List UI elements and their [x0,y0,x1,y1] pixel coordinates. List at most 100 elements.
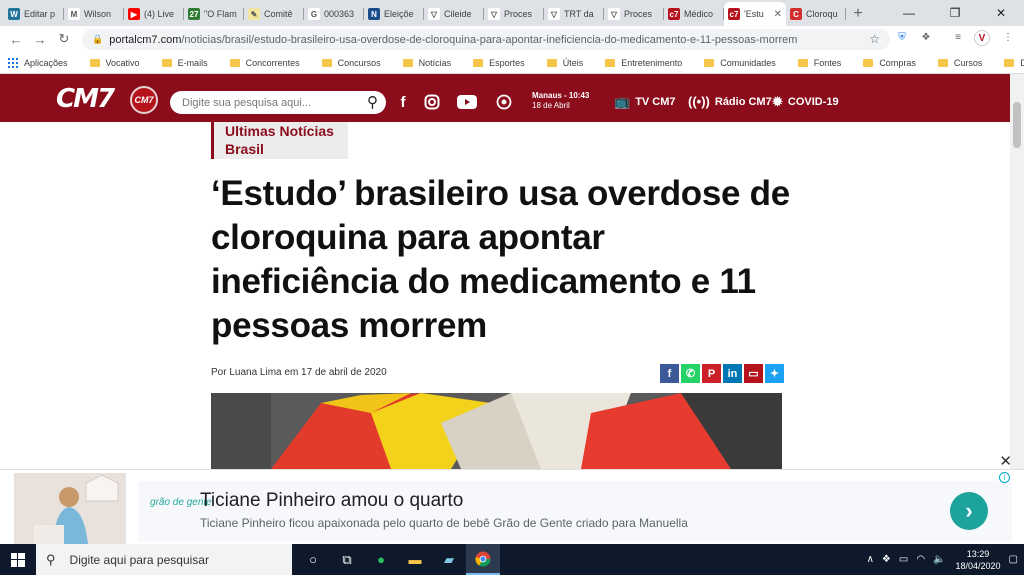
cm7-badge-logo[interactable]: CM7 [130,86,158,114]
tab-favicon-icon: N [368,8,380,20]
bookmark-folder[interactable]: Fontes [797,58,841,68]
dropbox-extension-icon[interactable]: ❖ [918,29,934,45]
share-facebook-icon[interactable]: f [660,364,679,383]
notepad-icon[interactable]: ▰ [432,544,466,575]
browser-tab[interactable]: ▶ (4) Live [124,2,184,26]
share-pinterest-icon[interactable]: P [702,364,721,383]
dropbox-tray-icon[interactable]: ❖ [882,554,891,565]
ad-close-button[interactable]: ✕ [999,452,1012,470]
radio-cm7-link[interactable]: ((•)) Rádio CM7 [688,94,772,109]
bookmark-folder[interactable]: E-mails [161,58,208,68]
share-whatsapp-icon[interactable]: ✆ [681,364,700,383]
minimize-button[interactable]: — [886,0,932,26]
close-window-button[interactable]: ✕ [978,0,1024,26]
category-line-2: Brasil [225,141,264,157]
bookmark-folder[interactable]: Doutorado [1004,58,1024,68]
bookmark-folder[interactable]: Concorrentes [229,57,300,68]
clock-time: 13:29 [966,548,990,559]
bookmark-folder[interactable]: Esportes [473,58,525,68]
new-tab-button[interactable]: + [846,2,870,26]
browser-tab[interactable]: ▽ Proces [604,2,664,26]
browser-tab[interactable]: 27 "O Flam [184,2,244,26]
browser-tab[interactable]: c7 Médico [664,2,724,26]
url-bar[interactable]: 🔒 portalcm7.com/noticias/brasil/estudo-b… [82,29,890,50]
bookmark-folder[interactable]: Notícias [402,58,451,68]
bookmark-folder[interactable]: Entretenimento [605,58,682,68]
browser-tab[interactable]: c7 'Estu ✕ [724,2,786,26]
youtube-icon[interactable] [456,91,478,113]
bookmark-folder[interactable]: Cursos [937,58,982,68]
apps-shortcut[interactable]: Aplicações [8,57,68,68]
tab-favicon-icon: ▶ [128,8,140,20]
taskbar-clock[interactable]: 13:29 18/04/2020 [956,548,1001,572]
ad-title[interactable]: Ticiane Pinheiro amou o quarto [200,490,463,512]
restore-button[interactable]: ❐ [932,0,978,26]
ad-open-button[interactable]: › [950,492,988,530]
tab-favicon-icon: W [8,8,20,20]
reading-list-icon[interactable]: ≡ [950,29,966,45]
bookmark-label: Esportes [489,57,525,68]
browser-tab[interactable]: W Editar p [4,2,64,26]
facebook-icon[interactable]: f [392,91,414,113]
browser-tab[interactable]: ▽ TRT da [544,2,604,26]
tray-chevron-icon[interactable]: ∧ [867,554,874,565]
site-search-input[interactable]: Digite sua pesquisa aqui... ⚲ [170,91,386,114]
profile-avatar[interactable]: V [974,30,990,46]
browser-tab[interactable]: G 000363 [304,2,364,26]
ad-card[interactable]: grão de gente Ticiane Pinheiro amou o qu… [138,481,1012,542]
page-scrollbar[interactable] [1010,74,1024,469]
bookmark-folder[interactable]: Comunidades [704,58,776,68]
tv-cm7-link[interactable]: 📺 TV CM7 [614,94,676,110]
browser-tab[interactable]: ✎ Comitê [244,2,304,26]
bookmark-folder[interactable]: Vocativo [89,57,140,68]
ad-image[interactable] [14,473,126,544]
folder-icon [546,58,557,67]
menu-icon[interactable]: ⋮ [1000,29,1016,45]
chrome-icon[interactable] [466,544,500,575]
forward-button[interactable]: → [28,32,52,47]
cm7-logo[interactable]: CM7 [56,84,115,114]
bookmark-star-icon[interactable]: ☆ [869,32,880,46]
folder-icon [473,58,484,67]
share-twitter-icon[interactable]: ✦ [765,364,784,383]
site-header: CM7 CM7 Digite sua pesquisa aqui... ⚲ f [0,74,1024,122]
apps-grid-icon [8,57,18,68]
battery-icon[interactable]: ▭ [899,554,908,565]
scrollbar-thumb[interactable] [1013,102,1021,148]
windows-taskbar: ⚲ Digite aqui para pesquisar ○ ⧉ ● ▬ ▰ ∧… [0,544,1024,575]
share-linkedin-icon[interactable]: in [723,364,742,383]
tab-label: 000363 [324,9,355,19]
taskbar-search-box[interactable]: ⚲ Digite aqui para pesquisar [36,544,292,575]
bookmark-folder[interactable]: Úteis [546,58,583,68]
notifications-icon[interactable]: ▢ [1009,554,1018,565]
file-explorer-icon[interactable]: ▬ [398,544,432,575]
volume-icon[interactable]: 🔈 [933,554,945,565]
cortana-icon[interactable]: ○ [296,544,330,575]
tab-favicon-icon: ▽ [608,8,620,20]
whatsapp-icon[interactable] [493,91,515,113]
start-button[interactable] [0,544,36,575]
bookmark-label: Vocativo [105,57,140,68]
browser-tab-strip: W Editar p M Wilson ▶ (4) Live 27 "O Flam ✎ Comit… [0,0,1024,26]
reload-button[interactable]: ↻ [52,31,76,47]
browser-tab[interactable]: N Eleiçõe [364,2,424,26]
tab-close-icon[interactable]: ✕ [774,9,782,20]
wifi-icon[interactable]: ◠ [916,554,925,565]
bookmark-folder[interactable]: Compras [863,58,916,68]
task-view-icon[interactable]: ⧉ [330,544,364,575]
ad-info-icon[interactable]: i [999,472,1010,483]
browser-tab[interactable]: ▽ Cileide [424,2,484,26]
browser-tab[interactable]: M Wilson [64,2,124,26]
browser-tab[interactable]: C Cloroqu [786,2,846,26]
bookmark-label: Concorrentes [245,57,300,68]
covid-link[interactable]: ✹ COVID-19 [772,94,839,110]
browser-tab[interactable]: ▽ Proces [484,2,544,26]
evernote-icon[interactable]: ● [364,544,398,575]
back-button[interactable]: ← [4,32,28,47]
bookmark-folder[interactable]: Concursos [321,58,381,68]
instagram-icon[interactable] [421,91,443,113]
shield-extension-icon[interactable]: ⛨ [894,29,910,45]
search-icon[interactable]: ⚲ [367,93,378,111]
category-label[interactable]: Ultimas Notícias Brasil [211,122,348,159]
share-comment-icon[interactable]: ▭ [744,364,763,383]
